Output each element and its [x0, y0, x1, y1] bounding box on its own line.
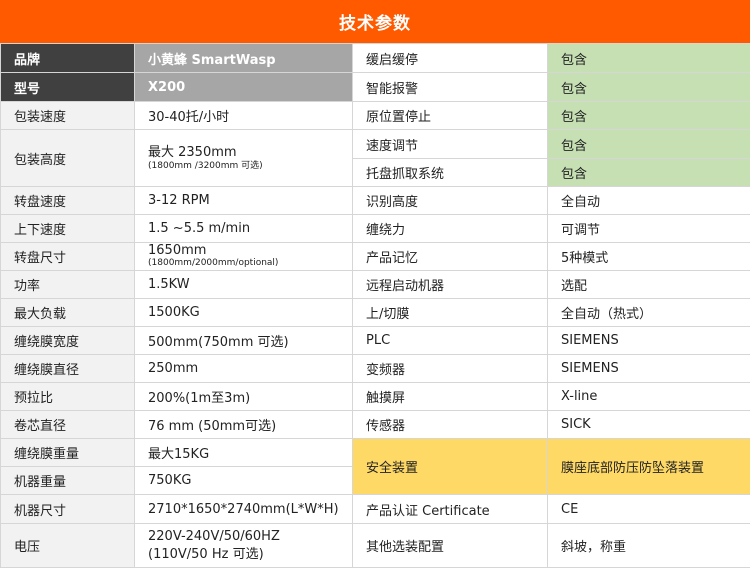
spec-label: 转盘速度: [0, 186, 135, 215]
spec-value: 1.5 ~5.5 m/min: [134, 214, 353, 243]
spec-label: 电压: [0, 523, 135, 568]
spec-label: 远程启动机器: [352, 270, 548, 299]
table-row: 缠绕膜直径 250mm 变频器 SIEMENS: [0, 354, 750, 383]
spec-label: 原位置停止: [352, 101, 548, 130]
spec-label: 功率: [0, 270, 135, 299]
spec-label: 缠绕膜宽度: [0, 326, 135, 355]
spec-value: 30-40托/小时: [134, 101, 353, 130]
spec-label: 其他选装配置: [352, 523, 548, 568]
spec-label: 托盘抓取系统: [352, 158, 548, 187]
spec-label: 缠绕力: [352, 214, 548, 243]
spec-label: 包装高度: [0, 129, 135, 187]
spec-label: 机器尺寸: [0, 494, 135, 524]
spec-value-note: (1800mm/2000mm/optional): [148, 258, 279, 268]
spec-value-note: (1800mm /3200mm 可选): [148, 160, 263, 171]
spec-value: SIEMENS: [547, 354, 750, 383]
spec-value: 750KG: [134, 466, 353, 495]
spec-value: 包含: [547, 158, 750, 187]
spec-label: 机器重量: [0, 466, 135, 495]
spec-value: 包含: [547, 101, 750, 130]
spec-label: 触摸屏: [352, 382, 548, 411]
spec-label: 传感器: [352, 410, 548, 439]
spec-value: 小黄蜂 SmartWasp: [134, 43, 353, 73]
spec-label: 品牌: [0, 43, 135, 73]
table-row: 缠绕膜重量 最大15KG 安全装置 膜座底部防压防坠落装置: [0, 438, 750, 495]
page-title: 技术参数: [0, 0, 750, 43]
table-row: 缠绕膜宽度 500mm(750mm 可选) PLC SIEMENS: [0, 326, 750, 355]
spec-label: 安全装置: [352, 438, 548, 495]
spec-value: 5种模式: [547, 242, 750, 271]
spec-label: 转盘尺寸: [0, 242, 135, 271]
spec-value: SIEMENS: [547, 326, 750, 355]
table-row: 上下速度 1.5 ~5.5 m/min 缠绕力 可调节: [0, 214, 750, 243]
spec-value: 包含: [547, 43, 750, 73]
spec-value: 76 mm (50mm可选): [134, 410, 353, 439]
spec-label: 预拉比: [0, 382, 135, 411]
spec-value: 最大 2350mm (1800mm /3200mm 可选): [134, 129, 353, 187]
spec-value: 全自动: [547, 186, 750, 215]
spec-value: CE: [547, 494, 750, 524]
spec-table: 品牌 小黄蜂 SmartWasp 缓启缓停 包含 型号 X200 智能报警 包含…: [0, 43, 750, 568]
table-row: 预拉比 200%(1m至3m) 触摸屏 X-line: [0, 382, 750, 411]
spec-label: 最大负载: [0, 298, 135, 327]
spec-label: PLC: [352, 326, 548, 355]
spec-value-main: 1650mm: [148, 243, 207, 258]
spec-label: 速度调节: [352, 129, 548, 159]
spec-value-main: 220V-240V/50/60HZ: [148, 528, 280, 544]
spec-label: 上/切膜: [352, 298, 548, 327]
spec-label: 产品认证 Certificate: [352, 494, 548, 524]
spec-value: 可调节: [547, 214, 750, 243]
spec-value: 1.5KW: [134, 270, 353, 299]
table-row: 品牌 小黄蜂 SmartWasp 缓启缓停 包含: [0, 43, 750, 73]
spec-value: 1650mm (1800mm/2000mm/optional): [134, 242, 353, 271]
spec-value: 2710*1650*2740mm(L*W*H): [134, 494, 353, 524]
spec-value: 3-12 RPM: [134, 186, 353, 215]
spec-label: 产品记忆: [352, 242, 548, 271]
spec-label: 缓启缓停: [352, 43, 548, 73]
spec-label: 上下速度: [0, 214, 135, 243]
table-row: 转盘速度 3-12 RPM 识别高度 全自动: [0, 186, 750, 215]
spec-value: 选配: [547, 270, 750, 299]
spec-value-note: (110V/50 Hz 可选): [148, 546, 264, 562]
spec-value: 1500KG: [134, 298, 353, 327]
spec-value: 包含: [547, 72, 750, 102]
spec-label: 型号: [0, 72, 135, 102]
spec-value: 包含: [547, 129, 750, 159]
table-row: 卷芯直径 76 mm (50mm可选) 传感器 SICK: [0, 410, 750, 439]
table-row: 转盘尺寸 1650mm (1800mm/2000mm/optional) 产品记…: [0, 242, 750, 271]
spec-label: 变频器: [352, 354, 548, 383]
spec-value: X-line: [547, 382, 750, 411]
spec-label: 识别高度: [352, 186, 548, 215]
spec-label: 缠绕膜重量: [0, 438, 135, 467]
spec-value: X200: [134, 72, 353, 102]
table-row: 机器尺寸 2710*1650*2740mm(L*W*H) 产品认证 Certif…: [0, 494, 750, 524]
spec-label: 智能报警: [352, 72, 548, 102]
table-row: 功率 1.5KW 远程启动机器 选配: [0, 270, 750, 299]
spec-label: 包装速度: [0, 101, 135, 130]
spec-value: 全自动（热式）: [547, 298, 750, 327]
spec-value: SICK: [547, 410, 750, 439]
spec-label: 卷芯直径: [0, 410, 135, 439]
spec-value: 最大15KG: [134, 438, 353, 467]
table-row: 电压 220V-240V/50/60HZ (110V/50 Hz 可选) 其他选…: [0, 523, 750, 568]
table-row: 最大负载 1500KG 上/切膜 全自动（热式）: [0, 298, 750, 327]
spec-value: 膜座底部防压防坠落装置: [547, 438, 750, 495]
spec-value: 200%(1m至3m): [134, 382, 353, 411]
spec-label: 缠绕膜直径: [0, 354, 135, 383]
spec-value: 220V-240V/50/60HZ (110V/50 Hz 可选): [134, 523, 353, 568]
spec-value: 斜坡，称重: [547, 523, 750, 568]
table-row: 包装高度 最大 2350mm (1800mm /3200mm 可选) 速度调节 …: [0, 129, 750, 187]
spec-value-main: 最大 2350mm: [148, 144, 237, 160]
table-row: 型号 X200 智能报警 包含: [0, 72, 750, 102]
spec-value: 500mm(750mm 可选): [134, 326, 353, 355]
spec-value: 250mm: [134, 354, 353, 383]
table-row: 包装速度 30-40托/小时 原位置停止 包含: [0, 101, 750, 130]
